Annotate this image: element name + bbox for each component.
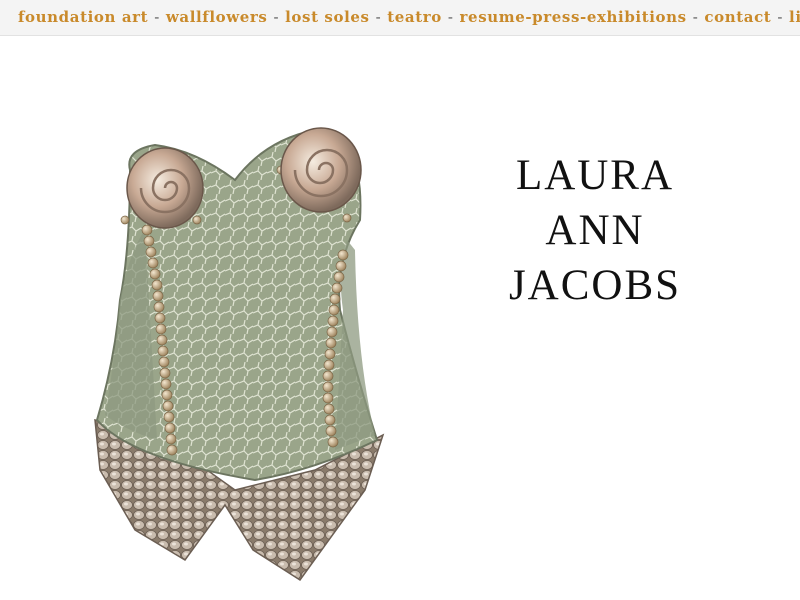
sculpture-bustier-image [94,127,385,582]
nav-separator: - [273,8,280,26]
top-navigation-bar: foundation art - wallflowers - lost soles - te… [0,0,800,36]
nav-link-foundation-art[interactable]: foundation art [18,8,148,26]
nav-link-wallflowers[interactable]: wallflowers [166,8,268,26]
nav-separator: - [447,8,454,26]
title-line-middle-name: ANN [545,207,645,254]
title-line-last-name: JACOBS [508,262,682,309]
artist-name-title: LAURA ANN JACOBS [480,148,710,313]
nav-link-links[interactable]: lin [789,8,800,26]
nav-separator: - [692,8,699,26]
sculpture-image [85,110,395,590]
nav-link-teatro[interactable]: teatro [387,8,442,26]
nav-separator: - [154,8,160,26]
nav-separator: - [375,8,382,26]
nav-separator: - [777,8,784,26]
nav-link-resume-press-exhibitions[interactable]: resume-press-exhibitions [460,8,687,26]
nav-link-contact[interactable]: contact [704,8,771,26]
title-line-first-name: LAURA [515,152,675,199]
nav-links: foundation art - wallflowers - lost soles - te… [18,8,800,26]
nav-link-lost-soles[interactable]: lost soles [285,8,369,26]
